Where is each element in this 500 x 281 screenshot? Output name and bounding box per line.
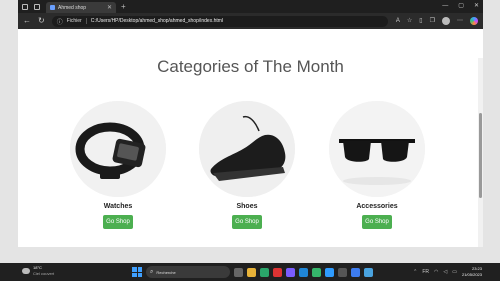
window-controls: — ▢ ✕	[442, 2, 479, 10]
category-label-shoes: Shoes	[236, 203, 258, 210]
vscode-icon[interactable]	[351, 267, 360, 277]
taskbar-center: ⌕ Recherche	[132, 266, 373, 278]
app-icon-4[interactable]	[312, 267, 321, 277]
page-title: Categories of The Month	[157, 57, 344, 76]
workspaces-icon[interactable]	[22, 3, 28, 10]
minimize-icon[interactable]: —	[442, 2, 448, 10]
tab-title: Ahmed shop	[58, 4, 87, 11]
close-window-icon[interactable]: ✕	[474, 2, 479, 10]
url-field[interactable]: ⓘ Fichier C:/Users/HP/Desktop/ahmed_shop…	[51, 15, 388, 27]
search-placeholder: Recherche	[156, 269, 176, 275]
refresh-icon[interactable]: ↻	[38, 17, 45, 25]
clock-date: 21/05/2023	[461, 272, 482, 277]
weather-condition: Ciel couvert	[33, 271, 55, 276]
split-screen-icon[interactable]: ▯	[419, 16, 422, 26]
toolbar-right: A ☆ ▯ ❐ ⋯	[396, 16, 478, 26]
page-content: Categories of The Month Watches Go Shop …	[18, 29, 483, 247]
taskbar: 18°C Ciel couvert ⌕ Recherche ⌃ FR ◠ ◁ ▭…	[0, 263, 500, 281]
go-shop-button-accessories[interactable]: Go Shop	[362, 215, 392, 229]
back-icon[interactable]: ←	[23, 17, 31, 25]
go-shop-button-watches[interactable]: Go Shop	[103, 215, 133, 229]
cloud-icon	[22, 267, 30, 274]
url-scheme-chip: Fichier	[67, 18, 87, 24]
sunglasses-image	[329, 101, 425, 197]
volume-icon[interactable]: ◁	[443, 266, 447, 278]
windows-start-icon[interactable]	[132, 267, 142, 277]
star-icon[interactable]: ☆	[407, 16, 412, 26]
battery-icon[interactable]: ▭	[452, 266, 457, 278]
tab-bar: Ahmed shop ✕ + — ▢ ✕	[18, 0, 483, 13]
new-tab-icon[interactable]: +	[121, 2, 126, 11]
language-icon[interactable]: FR	[422, 266, 429, 278]
category-label-watches: Watches	[103, 203, 133, 210]
browser-window: Ahmed shop ✕ + — ▢ ✕ ← ↻ ⓘ Fichier C:/Us…	[18, 0, 483, 247]
maximize-icon[interactable]: ▢	[458, 2, 464, 10]
read-aloud-icon[interactable]: A	[396, 16, 400, 26]
app-icon-2[interactable]	[273, 267, 282, 277]
chevron-up-icon[interactable]: ⌃	[413, 266, 417, 278]
weather-widget[interactable]: 18°C Ciel couvert	[22, 265, 54, 276]
category-label-accessories: Accessories	[356, 203, 398, 210]
url-text: C:/Users/HP/Desktop/ahmed_shop/ahmed_sho…	[90, 18, 224, 24]
edge-icon[interactable]	[299, 267, 308, 277]
copilot-icon[interactable]	[470, 17, 478, 25]
file-explorer-icon[interactable]	[247, 267, 256, 277]
tab-ahmed-shop[interactable]: Ahmed shop ✕	[46, 2, 116, 13]
search-icon: ⌕	[150, 268, 154, 275]
watch-image	[70, 101, 166, 197]
profile-icon[interactable]	[442, 17, 450, 25]
taskbar-search[interactable]: ⌕ Recherche	[146, 266, 230, 278]
collections-icon[interactable]: ❐	[430, 16, 435, 26]
go-shop-button-shoes[interactable]: Go Shop	[232, 215, 262, 229]
wifi-icon[interactable]: ◠	[434, 266, 438, 278]
tab-close-icon[interactable]: ✕	[107, 5, 112, 11]
scrollbar[interactable]	[478, 58, 483, 247]
tab-favicon-icon	[50, 5, 55, 10]
clock[interactable]: 23:23 21/05/2023	[462, 266, 482, 278]
more-icon[interactable]: ⋯	[457, 16, 463, 26]
info-icon[interactable]: ⓘ	[57, 17, 63, 26]
address-bar: ← ↻ ⓘ Fichier C:/Users/HP/Desktop/ahmed_…	[18, 13, 483, 29]
app-icon-1[interactable]	[260, 267, 269, 277]
app-icon-6[interactable]	[338, 267, 347, 277]
app-icon-7[interactable]	[364, 267, 373, 277]
app-icon-5[interactable]	[325, 267, 334, 277]
app-icon-3[interactable]	[286, 267, 295, 277]
shoe-image	[199, 101, 295, 197]
scrollbar-thumb[interactable]	[479, 113, 482, 198]
system-tray: ⌃ FR ◠ ◁ ▭ 23:23 21/05/2023	[413, 266, 482, 278]
task-view-icon[interactable]	[234, 267, 243, 277]
tab-actions-icon[interactable]	[34, 3, 40, 10]
